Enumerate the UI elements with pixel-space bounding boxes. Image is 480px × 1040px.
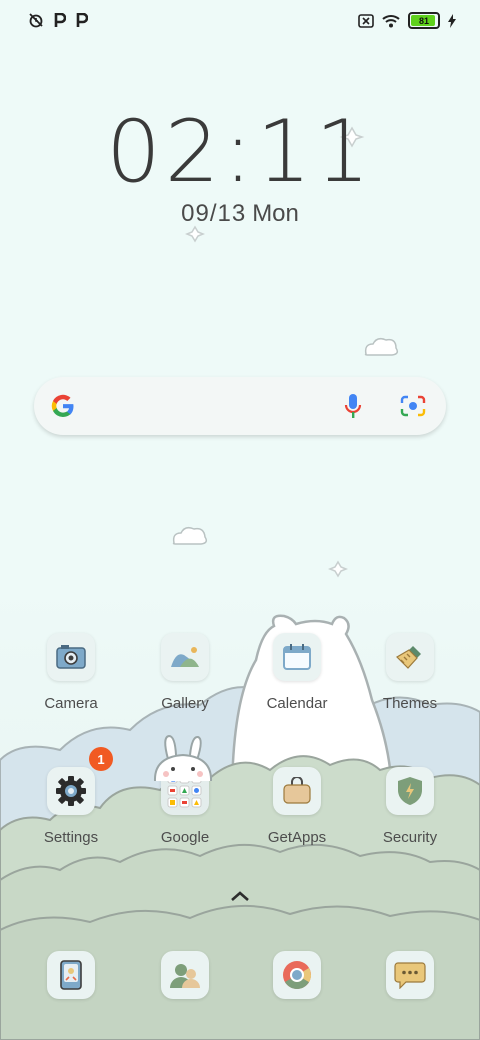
- app-calendar[interactable]: Calendar: [247, 633, 347, 712]
- weekday-text: Mon: [252, 200, 299, 227]
- app-label: Camera: [44, 695, 98, 712]
- sim-error-icon: [358, 13, 374, 28]
- phone-icon: [47, 951, 95, 999]
- charging-icon: [448, 13, 456, 28]
- app-label: Calendar: [266, 695, 328, 712]
- chrome-icon: [273, 951, 321, 999]
- app-label: Gallery: [161, 695, 209, 712]
- status-right: 81: [358, 12, 456, 29]
- app-themes[interactable]: Themes: [360, 633, 460, 712]
- cloud-icon: [172, 526, 208, 545]
- battery-level: 81: [418, 15, 429, 26]
- dock-chrome[interactable]: [247, 951, 347, 999]
- themes-brush-icon: [386, 633, 434, 681]
- dock-phone[interactable]: [21, 951, 121, 999]
- camera-icon: [47, 633, 95, 681]
- shield-icon: [386, 767, 434, 815]
- app-label: Settings: [43, 829, 99, 846]
- lens-camera-icon[interactable]: [400, 394, 426, 418]
- app-label: Google: [160, 829, 210, 846]
- notification-badge: 1: [89, 747, 113, 771]
- gear-icon: [47, 767, 95, 815]
- app-camera[interactable]: Camera: [21, 633, 121, 712]
- clock-date[interactable]: 09/13 Mon: [0, 200, 480, 228]
- status-bar: 81: [0, 0, 480, 40]
- cloud-icon: [364, 337, 399, 356]
- dock-contacts[interactable]: [135, 951, 235, 999]
- alarm-off-icon: [29, 13, 43, 28]
- app-label: Security: [382, 829, 438, 846]
- gallery-icon: [161, 633, 209, 681]
- dock-messages[interactable]: [360, 951, 460, 999]
- status-left: [28, 12, 88, 28]
- app-gallery[interactable]: Gallery: [135, 633, 235, 712]
- bunny-illustration: [153, 734, 213, 782]
- google-logo-icon: [51, 394, 74, 418]
- google-search-bar[interactable]: [34, 377, 446, 435]
- microphone-icon[interactable]: [344, 393, 362, 421]
- app-getapps[interactable]: GetApps: [247, 767, 347, 846]
- app-drawer-chevron-up-icon[interactable]: [230, 890, 250, 902]
- clock-time[interactable]: 02:11: [0, 102, 480, 202]
- app-security[interactable]: Security: [360, 767, 460, 846]
- parking-icon: [76, 12, 88, 27]
- wifi-icon: [382, 14, 400, 27]
- battery-icon: 81: [408, 12, 440, 29]
- date-text: 09/13: [181, 200, 247, 227]
- messages-icon: [386, 951, 434, 999]
- calendar-icon: [273, 633, 321, 681]
- parking-icon: [54, 12, 66, 27]
- app-label: Themes: [382, 695, 438, 712]
- sparkle-icon: [327, 560, 349, 578]
- shopping-bag-icon: [273, 767, 321, 815]
- contacts-icon: [161, 951, 209, 999]
- sparkle-icon: [184, 225, 206, 243]
- app-settings[interactable]: Settings: [21, 767, 121, 846]
- app-label: GetApps: [267, 829, 327, 846]
